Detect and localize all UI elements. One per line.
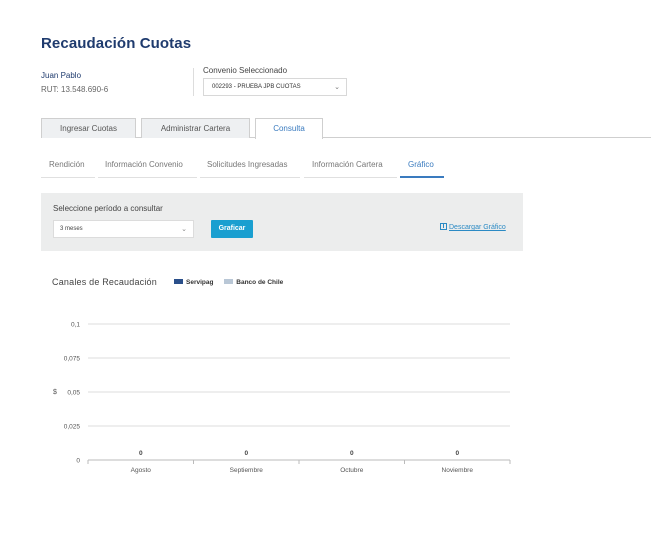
legend-label-servipag: Servipag [186, 279, 214, 286]
x-tick-label: Septiembre [230, 467, 264, 474]
y-tick-label: 0,025 [64, 424, 81, 431]
tab-consulta[interactable]: Consulta [255, 118, 323, 139]
y-tick-label: 0,05 [67, 390, 80, 397]
convenio-label: Convenio Seleccionado [203, 66, 288, 75]
convenio-select[interactable]: 002293 - PRUEBA JPB CUOTAS ⌄ [203, 78, 347, 96]
header-divider [193, 68, 194, 96]
chart-legend: Servipag Banco de Chile [174, 279, 292, 286]
user-name: Juan Pablo [41, 71, 82, 80]
subtab-informacion-convenio[interactable]: Información Convenio [98, 158, 197, 178]
filter-panel: Seleccione período a consultar 3 meses ⌄… [41, 193, 523, 251]
y-tick-label: 0,1 [71, 322, 80, 329]
tab-administrar-cartera[interactable]: Administrar Cartera [141, 118, 250, 138]
legend-item-servipag[interactable]: Servipag [174, 279, 213, 286]
subtab-grafico[interactable]: Gráfico [400, 158, 444, 178]
download-chart-label: Descargar Gráfico [449, 224, 506, 231]
subtab-rendicion[interactable]: Rendición [41, 158, 95, 178]
data-label: 0 [139, 450, 143, 457]
subtab-solicitudes-ingresadas[interactable]: Solicitudes Ingresadas [200, 158, 300, 178]
download-icon [440, 223, 447, 230]
y-axis-label: $ [53, 389, 57, 396]
x-tick-label: Octubre [340, 467, 364, 474]
collection-channels-chart: 0 0,025 0,05 0,075 0,1 $ Agosto 0 Septiembre 0 Oct… [53, 322, 511, 474]
legend-item-banco[interactable]: Banco de Chile [224, 279, 283, 286]
main-tabs: Ingresar Cuotas Administrar Cartera Cons… [41, 118, 651, 139]
chevron-down-icon: ⌄ [181, 226, 187, 233]
legend-swatch-banco [224, 279, 234, 284]
period-select[interactable]: 3 meses ⌄ [53, 220, 194, 238]
legend-swatch-servipag [174, 279, 183, 284]
y-tick-label: 0,075 [64, 356, 81, 363]
convenio-selected-value: 002293 - PRUEBA JPB CUOTAS [212, 84, 301, 90]
data-label: 0 [455, 450, 459, 457]
x-tick-label: Agosto [131, 467, 152, 474]
chevron-down-icon: ⌄ [334, 84, 340, 91]
y-tick-label: 0 [76, 458, 80, 465]
period-label: Seleccione período a consultar [53, 204, 163, 213]
subtab-informacion-cartera[interactable]: Información Cartera [304, 158, 397, 178]
data-label: 0 [244, 450, 248, 457]
data-label: 0 [350, 450, 354, 457]
download-chart-link[interactable]: Descargar Gráfico [440, 223, 506, 231]
chart-title: Canales de Recaudación [52, 277, 157, 287]
x-tick-label: Noviembre [442, 467, 474, 474]
period-selected-value: 3 meses [60, 226, 83, 232]
page-title: Recaudación Cuotas [41, 35, 192, 52]
tab-ingresar-cuotas[interactable]: Ingresar Cuotas [41, 118, 136, 138]
graficar-button[interactable]: Graficar [211, 220, 253, 238]
user-rut: RUT: 13.548.690-6 [41, 85, 109, 94]
legend-label-banco: Banco de Chile [236, 279, 284, 286]
